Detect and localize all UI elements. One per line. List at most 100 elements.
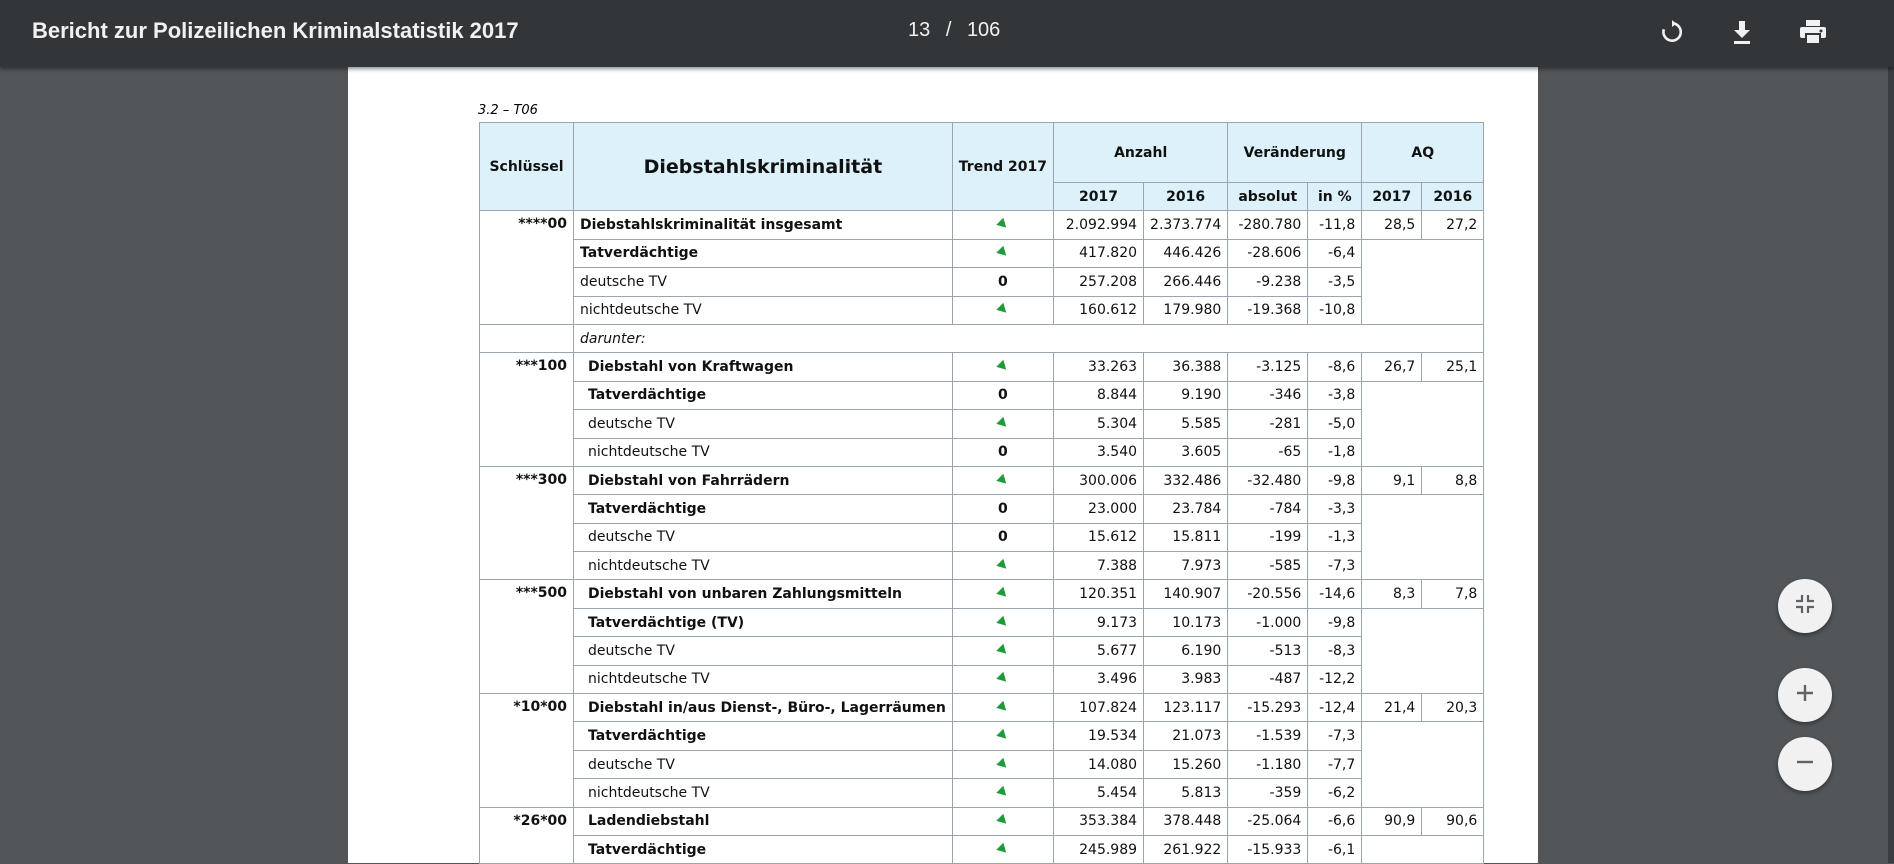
zoom-out-button[interactable]: [1778, 737, 1832, 791]
row-label: nichtdeutsche TV: [573, 437, 953, 467]
row-label: Ladendiebstahl: [573, 806, 953, 836]
value-2017: 19.534: [1053, 721, 1145, 751]
change-percent: -11,8: [1307, 210, 1363, 240]
trend-cell: [951, 295, 1055, 325]
trend-down-icon: [996, 359, 1010, 374]
trend-cell: [951, 806, 1055, 836]
table-row: deutsche TV 14.080 15.260 -1.180 -7,7: [480, 749, 1484, 780]
trend-cell: [951, 352, 1055, 382]
value-2016: 9.190: [1143, 380, 1229, 411]
download-button[interactable]: [1724, 16, 1760, 52]
trend-cell: 0: [951, 380, 1055, 411]
table-row: nichtdeutsche TV 5.454 5.813 -359 -6,2: [480, 778, 1484, 808]
table-row: ****00 Diebstahlskriminalität insgesamt 2.…: [479, 210, 1485, 325]
trend-down-icon: [996, 785, 1010, 800]
table-row: Tatverdächtige 0 8.844 9.190 -346 -3,8: [480, 380, 1485, 467]
value-2017: 14.080: [1053, 749, 1145, 780]
viewer-scrollbar[interactable]: [1888, 67, 1894, 863]
change-percent: -12,4: [1307, 693, 1363, 723]
row-label: deutsche TV: [573, 636, 953, 666]
value-2017: 5.304: [1053, 409, 1145, 439]
row-label: Tatverdächtige: [573, 238, 953, 269]
row-label: Tatverdächtige: [573, 834, 953, 864]
print-button[interactable]: [1795, 16, 1831, 52]
table-row: nichtdeutsche TV 7.388 7.973 -585 -7,3: [480, 551, 1484, 581]
fit-page-button[interactable]: [1778, 579, 1832, 633]
aq-blank-cell: [1361, 607, 1485, 695]
trend-down-icon: [996, 842, 1010, 856]
change-absolute: -280.780: [1227, 210, 1309, 240]
row-label: nichtdeutsche TV: [573, 778, 953, 808]
value-2017: 245.989: [1053, 834, 1145, 864]
zoom-in-icon: [1795, 683, 1815, 708]
row-label: deutsche TV: [573, 749, 953, 780]
change-absolute: -487: [1227, 664, 1309, 695]
rotate-button[interactable]: [1654, 16, 1690, 52]
change-absolute: -585: [1227, 551, 1309, 581]
header-absolut: absolut: [1227, 181, 1309, 212]
value-2017: 3.540: [1053, 437, 1145, 467]
value-2016: 21.073: [1143, 721, 1229, 751]
trend-cell: [951, 749, 1055, 780]
value-2017: 353.384: [1053, 806, 1145, 836]
total-pages: 106: [966, 19, 1001, 41]
value-2016: 378.448: [1143, 806, 1229, 836]
value-2016: 261.922: [1143, 834, 1229, 864]
aq-blank-cell: [1361, 494, 1485, 581]
trend-cell: [951, 607, 1055, 638]
change-absolute: -19.368: [1227, 295, 1309, 325]
trend-down-icon: [996, 615, 1010, 629]
aq-2017: 8,3: [1361, 579, 1423, 609]
trend-cell: 0: [951, 522, 1055, 553]
rotate-icon: [1659, 19, 1685, 50]
header-aq-2017: 2017: [1361, 181, 1423, 212]
trend-cell: [951, 551, 1055, 581]
trend-down-icon: [996, 586, 1010, 601]
zoom-in-button[interactable]: [1778, 668, 1832, 722]
trend-cell: 0: [951, 437, 1055, 467]
value-2016: 23.784: [1143, 494, 1229, 524]
header-aq: AQ: [1361, 122, 1485, 183]
row-label: deutsche TV: [573, 267, 953, 297]
table-row: *10*00 Diebstahl in/aus Dienst-, Büro-, L…: [479, 693, 1485, 808]
row-key: ****00: [479, 210, 574, 325]
value-2016: 10.173: [1143, 607, 1229, 638]
aq-blank-cell: [1361, 238, 1485, 325]
change-absolute: -28.606: [1227, 238, 1309, 269]
change-absolute: -15.293: [1227, 693, 1309, 723]
row-label: nichtdeutsche TV: [573, 551, 953, 581]
darunter-row: darunter:: [479, 323, 1485, 354]
value-2016: 3.605: [1143, 437, 1229, 467]
value-2017: 257.208: [1053, 267, 1145, 297]
fit-page-icon: [1794, 593, 1816, 620]
change-percent: -6,4: [1307, 238, 1363, 269]
darunter-label: darunter:: [572, 323, 1485, 354]
row-key: ***300: [479, 465, 574, 581]
change-percent: -6,1: [1307, 834, 1363, 864]
trend-cell: 0: [951, 494, 1055, 524]
value-2016: 5.585: [1143, 409, 1229, 439]
aq-2016: 27,2: [1421, 210, 1485, 240]
row-label: Tatverdächtige (TV): [573, 607, 953, 638]
trend-value: 0: [998, 387, 1008, 404]
change-absolute: -1.180: [1227, 749, 1309, 780]
change-percent: -6,6: [1307, 806, 1363, 836]
aq-2017: 9,1: [1361, 465, 1423, 496]
change-absolute: -346: [1227, 380, 1309, 411]
change-absolute: -1.539: [1227, 721, 1309, 751]
value-2016: 5.813: [1143, 778, 1229, 808]
table-caption: 3.2 – T06: [478, 103, 538, 118]
trend-down-icon: [996, 246, 1010, 260]
aq-2016: 20,3: [1421, 693, 1485, 723]
change-percent: -1,3: [1307, 522, 1363, 553]
header-veraenderung: Veränderung: [1227, 122, 1363, 183]
trend-down-icon: [996, 728, 1010, 743]
row-label: Tatverdächtige: [573, 494, 953, 524]
trend-cell: 0: [951, 267, 1055, 297]
trend-cell: [951, 834, 1055, 864]
change-absolute: -359: [1227, 778, 1309, 808]
document-title: Bericht zur Polizeilichen Kriminalstatis…: [32, 18, 519, 43]
trend-value: 0: [998, 444, 1008, 461]
value-2017: 8.844: [1053, 380, 1145, 411]
current-page-number[interactable]: 13: [908, 19, 930, 41]
